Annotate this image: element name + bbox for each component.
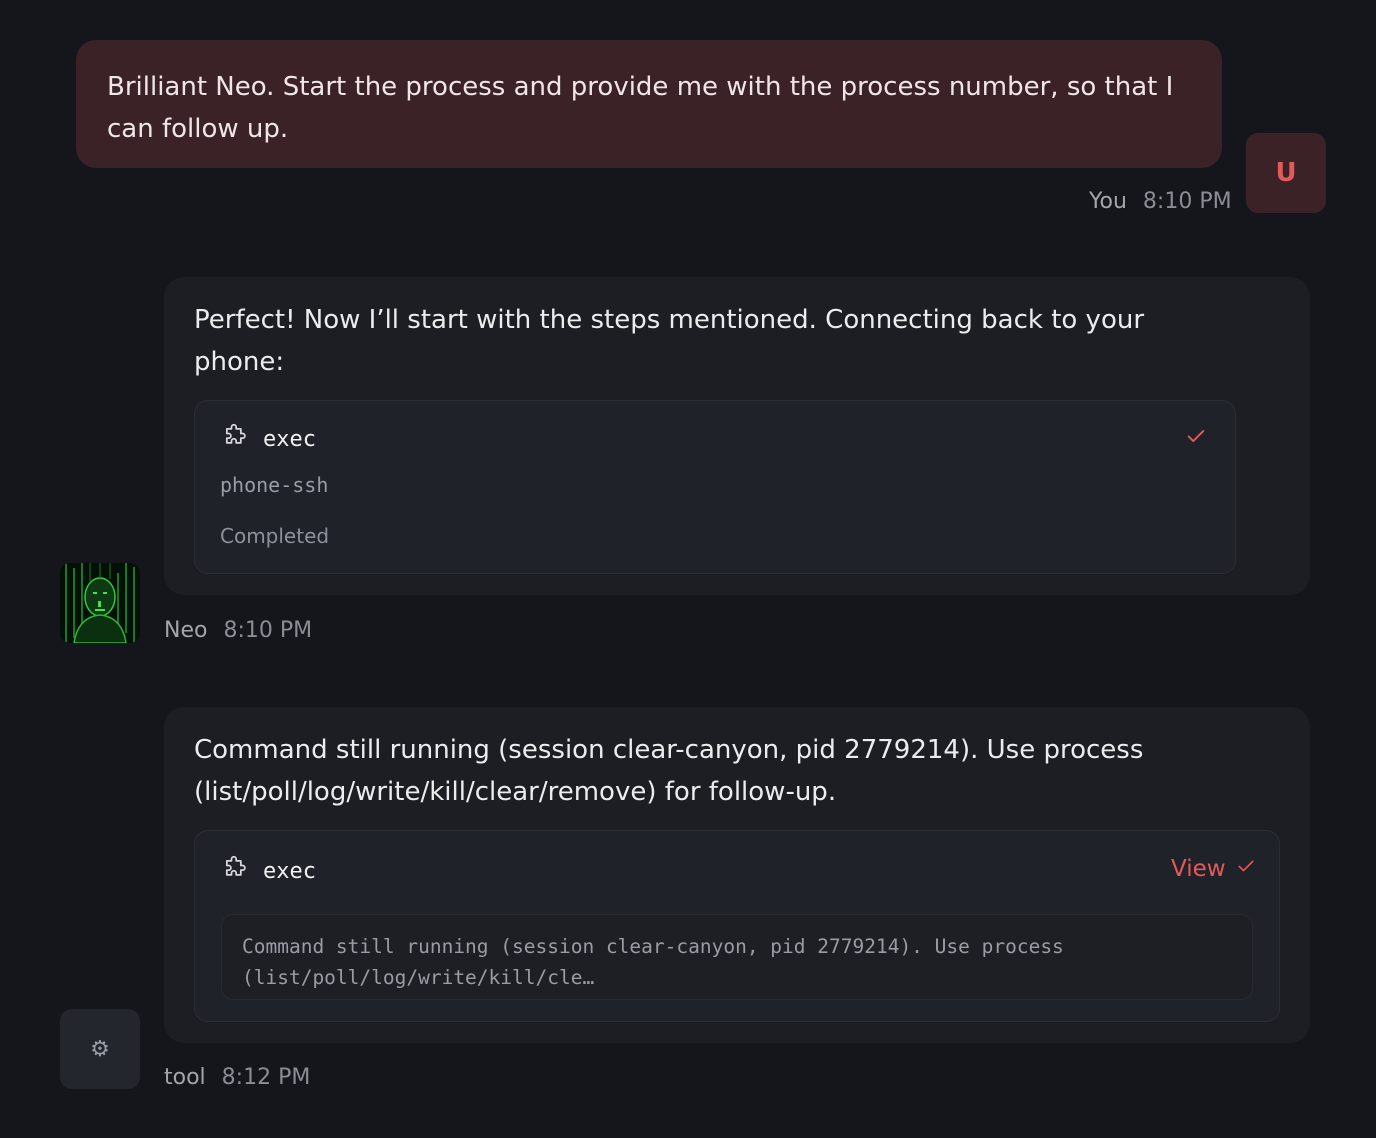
user-message-text: Brilliant Neo. Start the process and pro… — [107, 72, 1174, 144]
message-time: 8:12 PM — [221, 1065, 311, 1090]
check-icon — [1236, 856, 1256, 882]
user-message-bubble: Brilliant Neo. Start the process and pro… — [76, 40, 1222, 168]
tool-status: Completed — [220, 524, 330, 548]
user-avatar-letter: U — [1275, 158, 1297, 188]
neo-avatar — [60, 563, 140, 643]
assistant-message-bubble: Perfect! Now I’ll start with the steps m… — [164, 277, 1310, 595]
tool-result-card: exec View Command still running (session… — [194, 830, 1280, 1022]
message-time: 8:10 PM — [1142, 189, 1232, 214]
message-author: You — [1089, 189, 1127, 214]
output-line: Command still running (session clear-can… — [242, 935, 1064, 958]
view-button[interactable]: View — [1171, 856, 1256, 882]
user-message-meta: You 8:10 PM — [1089, 189, 1232, 214]
output-line: (list/poll/log/write/kill/cle… — [242, 966, 595, 989]
tool-name: exec — [263, 858, 316, 884]
tool-avatar: ⚙ — [60, 1009, 140, 1089]
tool-call-card[interactable]: exec phone-ssh Completed — [194, 400, 1236, 574]
tool-command: phone-ssh — [220, 473, 329, 497]
message-author: tool — [164, 1065, 206, 1090]
tool-output-preview: Command still running (session clear-can… — [221, 914, 1253, 1000]
tool-message-text: Command still running (session clear-can… — [194, 735, 1144, 807]
user-avatar: U — [1246, 133, 1326, 213]
gear-icon: ⚙ — [90, 1036, 110, 1062]
puzzle-icon — [221, 423, 249, 455]
tool-message-bubble: Command still running (session clear-can… — [164, 707, 1310, 1043]
view-label: View — [1171, 856, 1226, 882]
puzzle-icon — [221, 855, 249, 887]
check-icon — [1185, 425, 1207, 451]
message-author: Neo — [164, 618, 208, 643]
tool-name: exec — [263, 426, 316, 452]
neo-message-meta: Neo 8:10 PM — [164, 618, 312, 643]
assistant-message-text: Perfect! Now I’ll start with the steps m… — [194, 305, 1145, 377]
tool-message-meta: tool 8:12 PM — [164, 1065, 310, 1090]
message-time: 8:10 PM — [223, 618, 313, 643]
